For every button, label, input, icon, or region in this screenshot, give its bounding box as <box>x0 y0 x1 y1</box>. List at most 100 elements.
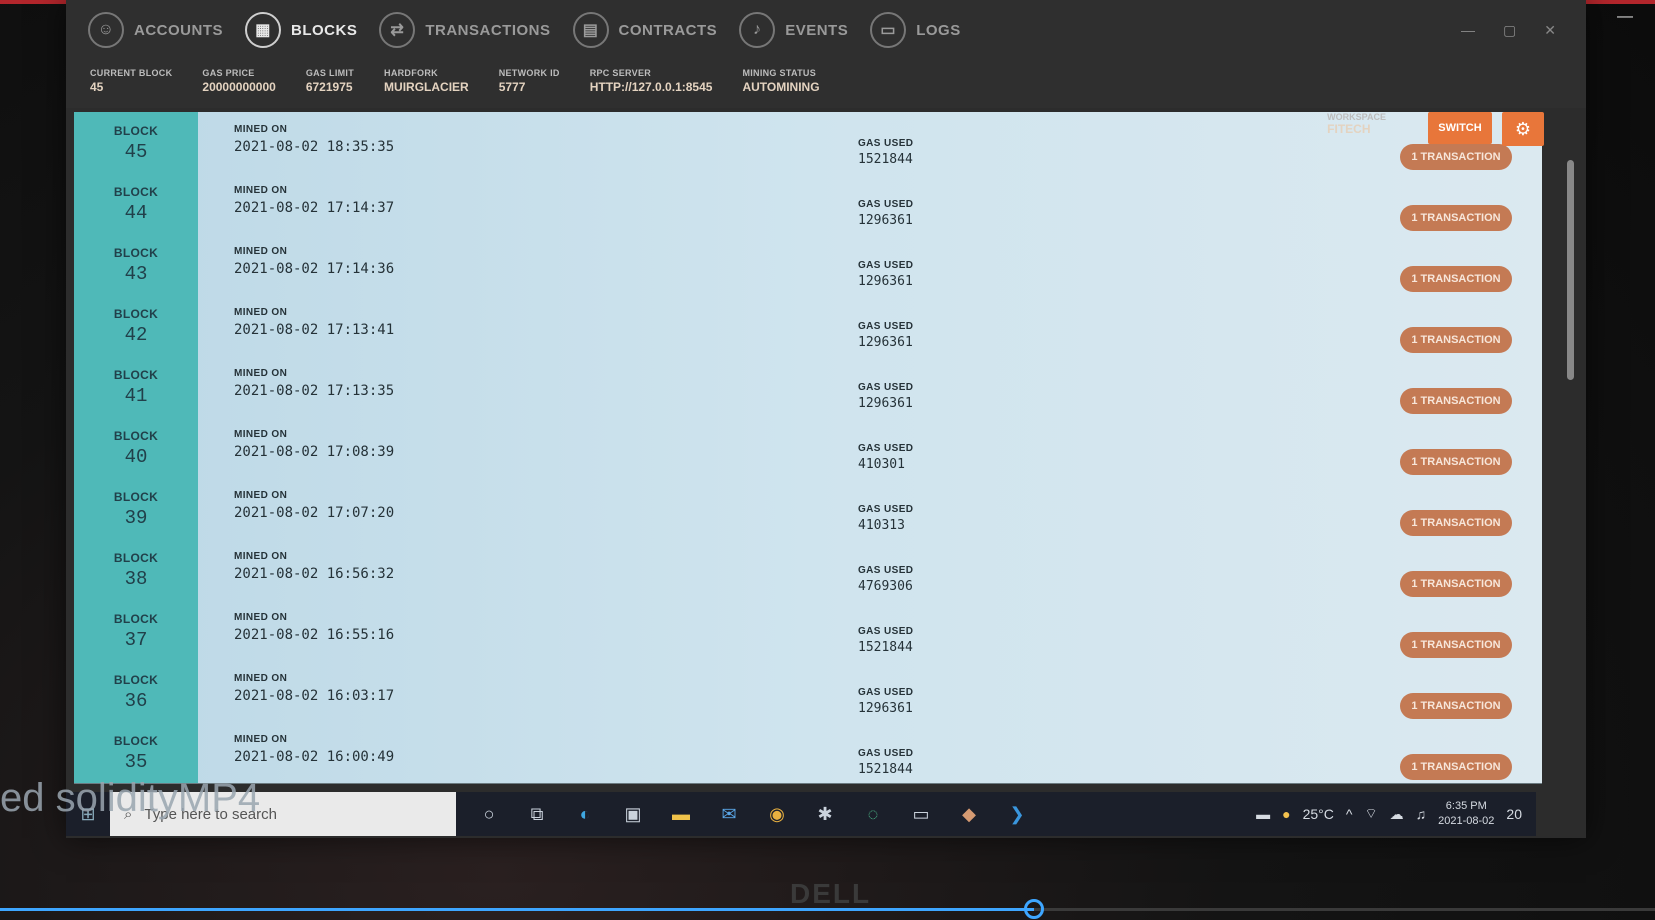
video-progress-bar[interactable] <box>0 899 1655 919</box>
block-row[interactable]: BLOCK 45 MINED ON 2021-08-02 18:35:35 GAS US… <box>74 112 1542 174</box>
transaction-count-button[interactable]: 1 TRANSACTION <box>1400 571 1512 597</box>
player-minimize-icon[interactable]: — <box>1617 8 1633 26</box>
settings-button[interactable]: ⚙ <box>1502 112 1544 146</box>
mined-on: MINED ON 2021-08-02 16:55:16 <box>234 612 394 643</box>
minimize-icon[interactable]: — <box>1461 22 1475 39</box>
tab-transactions[interactable]: ⇄ TRANSACTIONS <box>377 8 564 52</box>
close-icon[interactable]: ✕ <box>1544 22 1556 39</box>
ganache-icon[interactable]: ◆ <box>956 801 982 827</box>
mail-icon[interactable]: ✉ <box>716 801 742 827</box>
block-row[interactable]: BLOCK 42 MINED ON 2021-08-02 17:13:41 GAS US… <box>74 295 1542 357</box>
block-row[interactable]: BLOCK 39 MINED ON 2021-08-02 17:07:20 GAS US… <box>74 478 1542 540</box>
tab-events[interactable]: ♪ EVENTS <box>737 8 862 52</box>
transaction-count-button[interactable]: 1 TRANSACTION <box>1400 205 1512 231</box>
tab-contracts[interactable]: ▤ CONTRACTS <box>571 8 732 52</box>
block-row[interactable]: BLOCK 36 MINED ON 2021-08-02 16:03:17 GAS US… <box>74 661 1542 723</box>
cortana-icon[interactable]: ○ <box>476 801 502 827</box>
mined-on: MINED ON 2021-08-02 17:13:41 <box>234 307 394 338</box>
volume-icon[interactable]: ♫ <box>1416 806 1427 822</box>
file-explorer-icon[interactable]: ▬ <box>668 801 694 827</box>
network-icon[interactable]: ⌔ <box>1364 805 1377 823</box>
stat-key: CURRENT BLOCK <box>90 68 173 78</box>
weather-icon[interactable]: ● <box>1282 806 1290 822</box>
gas-used-label: GAS USED <box>858 626 914 637</box>
notification-count[interactable]: 20 <box>1506 806 1522 822</box>
transaction-count-button[interactable]: 1 TRANSACTION <box>1400 693 1512 719</box>
task-view-icon[interactable]: ⧉ <box>524 801 550 827</box>
tray-app-icon[interactable]: ▬ <box>1256 806 1270 822</box>
tab-accounts[interactable]: ☺ ACCOUNTS <box>86 8 237 52</box>
cloud-icon[interactable]: ☁ <box>1390 806 1404 823</box>
mined-on-label: MINED ON <box>234 124 288 135</box>
block-number: 35 <box>124 751 148 773</box>
mined-on-value: 2021-08-02 17:08:39 <box>234 444 395 460</box>
bell-icon: ♪ <box>739 12 776 48</box>
gas-used: GAS USED 1521844 <box>858 748 913 777</box>
transaction-count-button[interactable]: 1 TRANSACTION <box>1400 144 1512 170</box>
stat-gas-price: GAS PRICE 20000000000 <box>202 68 275 94</box>
transaction-count-button[interactable]: 1 TRANSACTION <box>1400 388 1512 414</box>
mined-on: MINED ON 2021-08-02 18:35:35 <box>234 124 394 155</box>
gas-used-label: GAS USED <box>858 199 914 210</box>
transaction-count-button[interactable]: 1 TRANSACTION <box>1400 754 1512 780</box>
workspace-name: FITECH <box>1327 122 1371 136</box>
transaction-count-button[interactable]: 1 TRANSACTION <box>1400 510 1512 536</box>
sync-icon[interactable]: ◌ <box>860 801 886 827</box>
weather-temp[interactable]: 25°C <box>1303 806 1334 822</box>
block-row[interactable]: BLOCK 41 MINED ON 2021-08-02 17:13:35 GAS US… <box>74 356 1542 418</box>
block-row[interactable]: BLOCK 38 MINED ON 2021-08-02 16:56:32 GAS US… <box>74 539 1542 601</box>
transaction-count-button[interactable]: 1 TRANSACTION <box>1400 327 1512 353</box>
tab-blocks[interactable]: ▦ BLOCKS <box>243 8 371 52</box>
gas-used-label: GAS USED <box>858 260 914 271</box>
stat-current-block: CURRENT BLOCK 45 <box>90 68 172 94</box>
mined-on-value: 2021-08-02 17:07:20 <box>234 505 395 521</box>
mined-on-value: 2021-08-02 17:14:37 <box>234 200 395 216</box>
mined-on: MINED ON 2021-08-02 17:14:37 <box>234 185 394 216</box>
gas-used-value: 1296361 <box>858 335 913 350</box>
transactions-icon: ⇄ <box>379 12 416 48</box>
slack-icon[interactable]: ✱ <box>812 801 838 827</box>
store-icon[interactable]: ▣ <box>620 801 646 827</box>
block-row[interactable]: BLOCK 40 MINED ON 2021-08-02 17:08:39 GAS US… <box>74 417 1542 479</box>
gas-used-label: GAS USED <box>858 748 914 759</box>
block-row[interactable]: BLOCK 44 MINED ON 2021-08-02 17:14:37 GAS US… <box>74 173 1542 235</box>
mined-on: MINED ON 2021-08-02 17:07:20 <box>234 490 394 521</box>
gas-used-label: GAS USED <box>858 382 914 393</box>
switch-button[interactable]: SWITCH <box>1428 112 1492 144</box>
edge-icon[interactable]: ◐ <box>572 801 598 827</box>
gas-used-value: 410301 <box>858 457 905 472</box>
video-frame: ☺ ACCOUNTS ▦ BLOCKS ⇄ TRANSACTIONS ▤ CONTRACTS ♪… <box>0 0 1655 920</box>
gas-used: GAS USED 1521844 <box>858 138 913 167</box>
block-number-cell: BLOCK 39 <box>74 478 198 539</box>
network-stats: CURRENT BLOCK 45 GAS PRICE 20000000000 GAS L… <box>90 68 820 94</box>
chevron-up-icon[interactable]: ^ <box>1346 806 1353 822</box>
video-progress-knob[interactable] <box>1024 899 1045 919</box>
mined-on: MINED ON 2021-08-02 16:00:49 <box>234 734 394 765</box>
block-number-cell: BLOCK 45 <box>74 112 198 173</box>
block-number: 43 <box>124 263 148 285</box>
block-row[interactable]: BLOCK 35 MINED ON 2021-08-02 16:00:49 GAS US… <box>74 722 1542 784</box>
transaction-count-button[interactable]: 1 TRANSACTION <box>1400 632 1512 658</box>
gas-used: GAS USED 1296361 <box>858 260 913 289</box>
terminal-icon[interactable]: ▭ <box>908 801 934 827</box>
contracts-icon: ▤ <box>572 12 609 48</box>
stat-mining-status: MINING STATUS AUTOMINING <box>742 68 819 94</box>
mined-on-value: 2021-08-02 16:03:17 <box>234 688 395 704</box>
tab-label: BLOCKS <box>291 21 358 39</box>
transaction-count-button[interactable]: 1 TRANSACTION <box>1400 266 1512 292</box>
chrome-icon[interactable]: ◉ <box>764 801 790 827</box>
vscode-icon[interactable]: ❯ <box>1004 801 1030 827</box>
gas-used-label: GAS USED <box>858 321 914 332</box>
block-number-cell: BLOCK 37 <box>74 600 198 661</box>
tab-logs[interactable]: ▭ LOGS <box>868 8 975 52</box>
gear-icon: ⚙ <box>1514 118 1532 139</box>
transaction-count-button[interactable]: 1 TRANSACTION <box>1400 449 1512 475</box>
maximize-icon[interactable]: ▢ <box>1503 22 1516 39</box>
mined-on-value: 2021-08-02 17:13:35 <box>234 383 395 399</box>
block-row[interactable]: BLOCK 37 MINED ON 2021-08-02 16:55:16 GAS US… <box>74 600 1542 662</box>
block-row[interactable]: BLOCK 43 MINED ON 2021-08-02 17:14:36 GAS US… <box>74 234 1542 296</box>
clock[interactable]: 6:35 PM 2021-08-02 <box>1438 799 1494 829</box>
gas-used-value: 1296361 <box>858 213 913 228</box>
stat-value: MUIRGLACIER <box>384 80 469 94</box>
list-scrollbar[interactable] <box>1567 160 1574 380</box>
